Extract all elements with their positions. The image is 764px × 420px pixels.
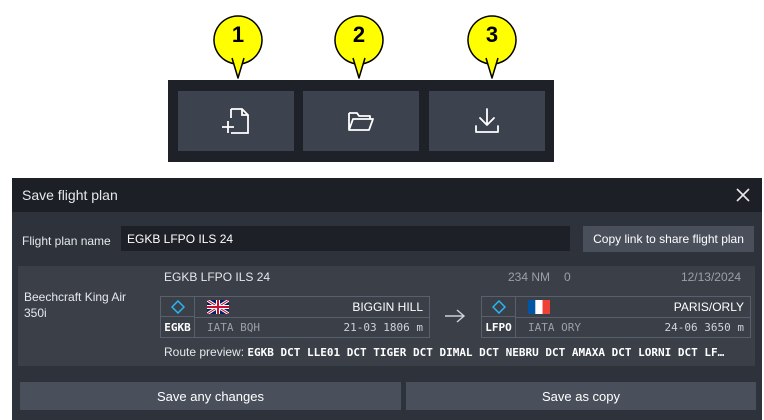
- new-flight-plan-button[interactable]: [178, 91, 294, 151]
- waypoint-icon: [482, 297, 516, 317]
- callout-2-number: 2: [352, 22, 366, 47]
- callout-1: 1: [212, 14, 272, 80]
- departure-airport: EGKB BIGGIN HILL IATA BQH 21-03 1806 m: [160, 296, 430, 338]
- dialog-header: Save flight plan: [12, 178, 762, 212]
- callout-1-number: 1: [231, 22, 245, 47]
- flight-plan-card: Beechcraft King Air 350i EGKB LFPO ILS 2…: [18, 266, 755, 366]
- arrival-airport: LFPO PARIS/ORLY IATA ORY 24-06 3650 m: [481, 296, 751, 338]
- save-flight-plan-dialog: Save flight plan Flight plan name Copy l…: [12, 178, 762, 420]
- aircraft-name: Beechcraft King Air 350i: [24, 290, 127, 320]
- route-preview-text: EGKB DCT LLE01 DCT TIGER DCT DIMAL DCT N…: [247, 346, 725, 359]
- waypoint-icon: [161, 297, 195, 317]
- arrival-iata: IATA ORY: [528, 321, 581, 334]
- save-as-copy-button[interactable]: Save as copy: [406, 382, 756, 410]
- new-file-icon: [222, 108, 249, 134]
- departure-runway-info: 21-03 1806 m: [343, 321, 423, 334]
- save-changes-button[interactable]: Save any changes: [20, 382, 401, 410]
- callout-2: 2: [333, 14, 393, 80]
- dialog-title: Save flight plan: [22, 187, 118, 203]
- copy-link-button[interactable]: Copy link to share flight plan: [583, 226, 754, 252]
- departure-iata: IATA BQH: [207, 321, 260, 334]
- callout-3-number: 3: [485, 22, 499, 47]
- flight-plan-toolbar: [168, 80, 554, 162]
- open-folder-icon: [348, 112, 374, 131]
- arrival-icao: LFPO: [482, 317, 516, 337]
- close-icon[interactable]: [734, 186, 752, 204]
- route-preview-label: Route preview:: [164, 345, 245, 359]
- route-distance: 234 NM: [508, 270, 551, 284]
- callout-3: 3: [466, 14, 526, 80]
- route-count: 0: [564, 270, 571, 284]
- arrival-runway-info: 24-06 3650 m: [664, 321, 744, 334]
- route-preview: Route preview: EGKB DCT LLE01 DCT TIGER …: [164, 345, 756, 359]
- download-icon: [475, 108, 499, 133]
- arrival-name: PARIS/ORLY: [673, 300, 744, 314]
- open-flight-plan-button[interactable]: [303, 91, 419, 151]
- arrow-right-icon: [445, 309, 466, 323]
- flight-plan-name-input[interactable]: [121, 226, 570, 251]
- plan-date: 12/13/2024: [680, 270, 741, 284]
- card-plan-name: EGKB LFPO ILS 24: [164, 270, 271, 284]
- uk-flag-icon: [207, 300, 229, 314]
- departure-icao: EGKB: [161, 317, 195, 337]
- france-flag-icon: [528, 300, 550, 314]
- flight-plan-name-label: Flight plan name: [22, 234, 111, 248]
- departure-name: BIGGIN HILL: [352, 300, 423, 314]
- download-flight-plan-button[interactable]: [429, 91, 545, 151]
